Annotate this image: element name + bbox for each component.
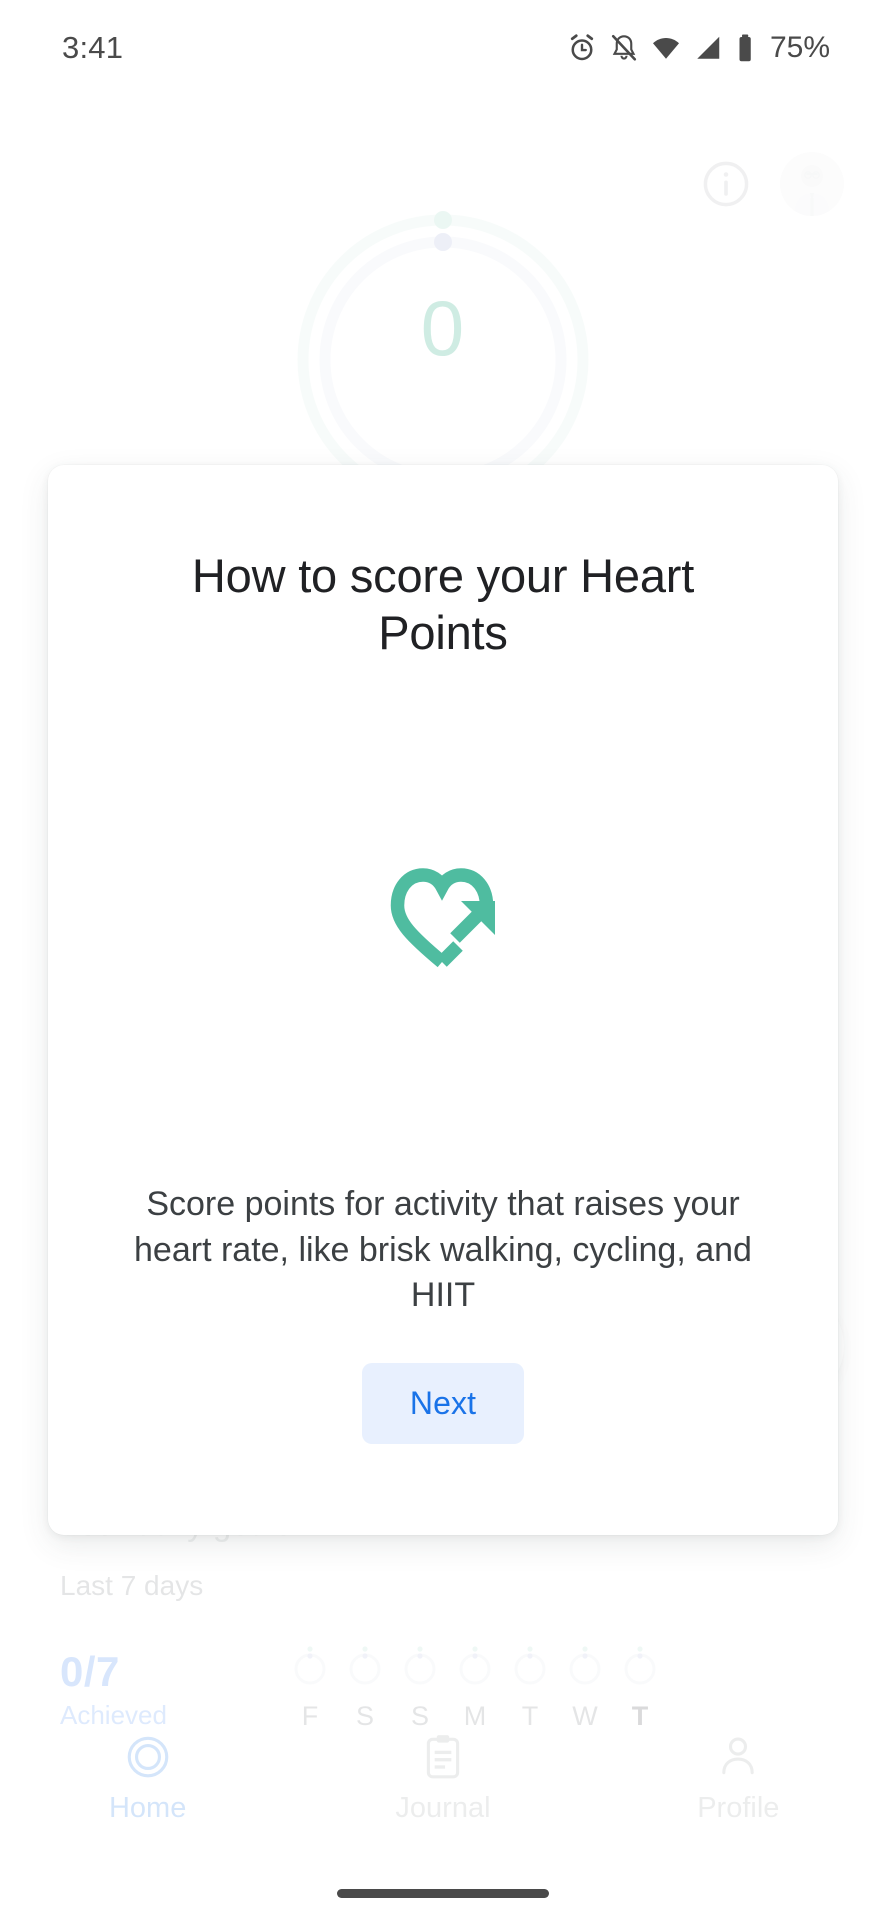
battery-icon bbox=[739, 34, 751, 62]
gesture-navigation-bar[interactable] bbox=[337, 1889, 549, 1898]
dialog-illustration bbox=[353, 840, 533, 996]
next-button[interactable]: Next bbox=[362, 1363, 524, 1445]
dialog-title: How to score your Heart Points bbox=[191, 549, 695, 660]
notifications-off-icon bbox=[611, 34, 637, 61]
status-time: 3:41 bbox=[62, 30, 124, 65]
dialog-actions: Next bbox=[102, 1363, 784, 1445]
battery-percent: 75% bbox=[769, 31, 830, 64]
status-bar: 3:41 75% bbox=[0, 0, 886, 96]
heart-points-info-dialog: How to score your Heart Points Score poi… bbox=[48, 465, 838, 1535]
heart-with-arrow-icon bbox=[390, 867, 495, 967]
cellular-signal-icon bbox=[697, 36, 720, 59]
dialog-body-text: Score points for activity that raises yo… bbox=[134, 1184, 752, 1315]
status-icon-group: 75% bbox=[567, 31, 830, 65]
wifi-icon bbox=[652, 38, 679, 59]
alarm-icon bbox=[570, 34, 594, 61]
